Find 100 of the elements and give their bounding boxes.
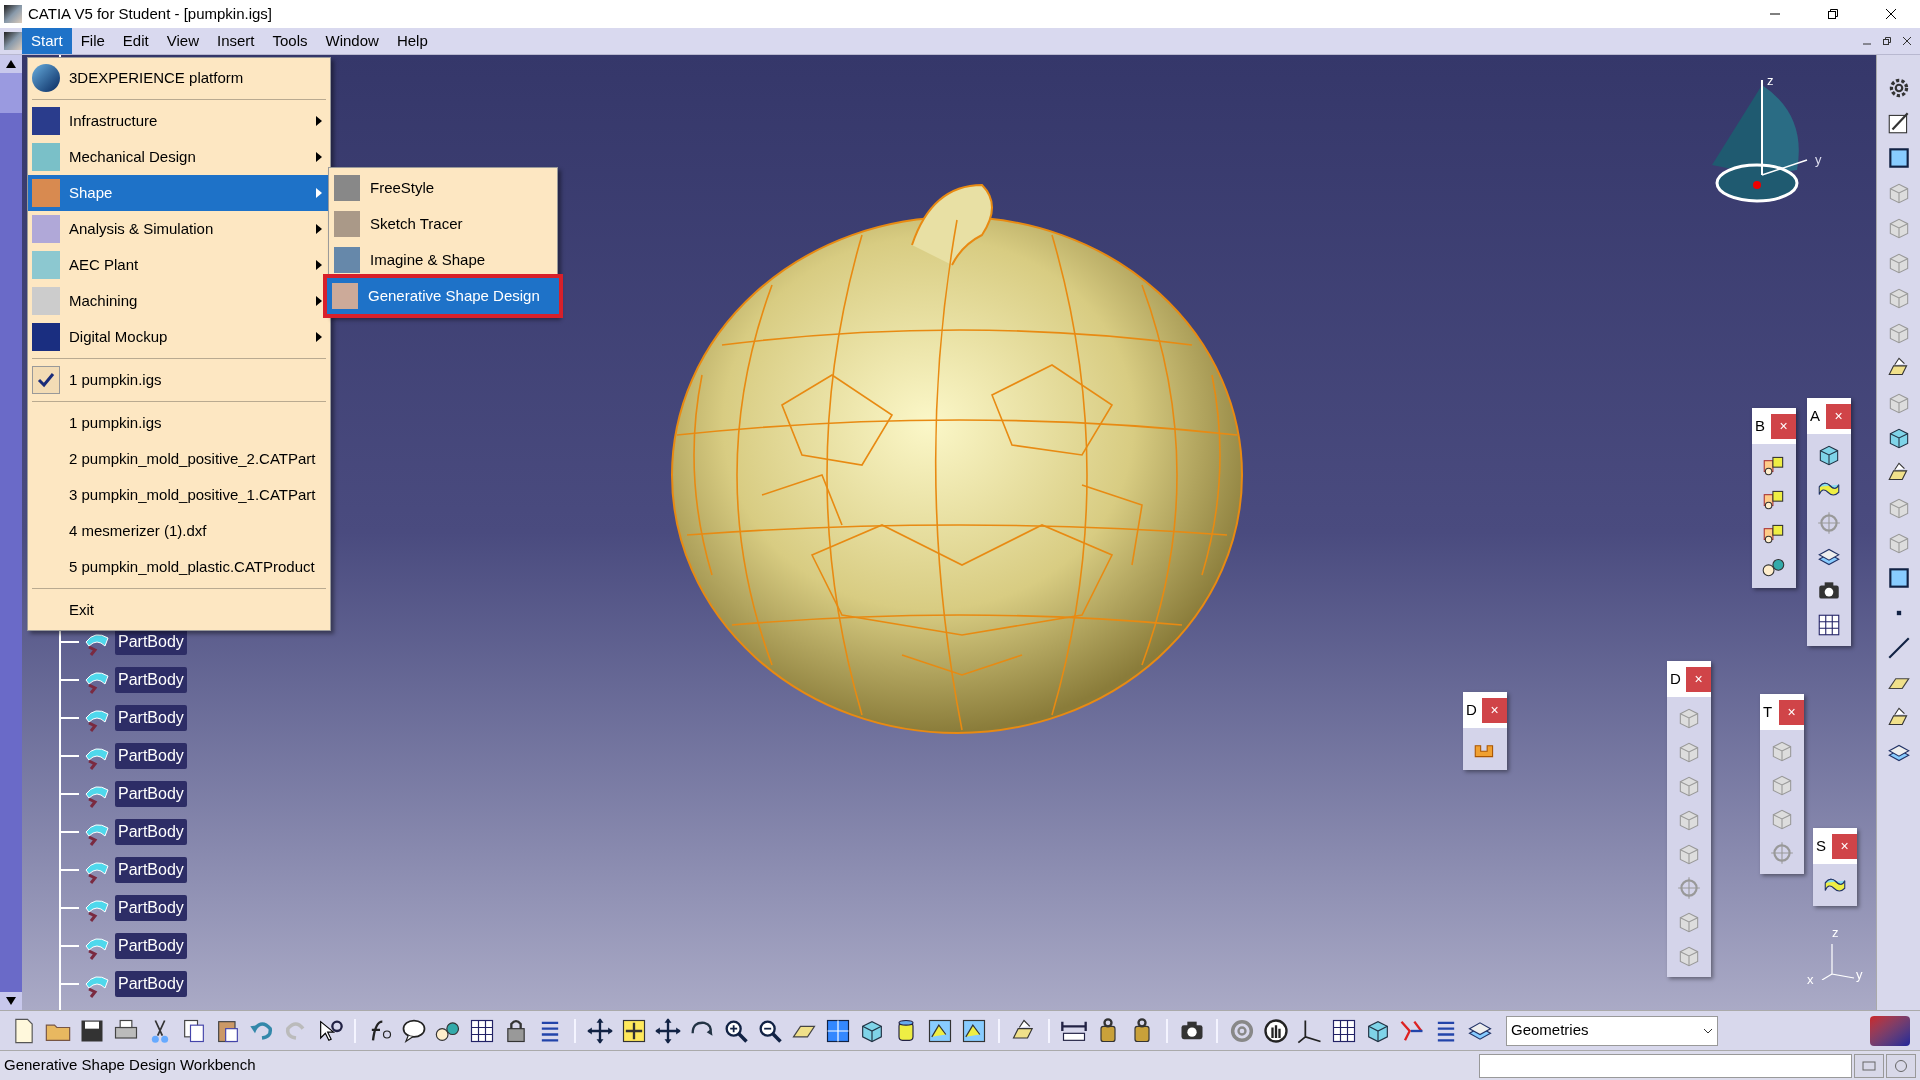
submenu-arrow-icon [315, 116, 323, 126]
tree-item[interactable]: PartBody [115, 743, 187, 769]
menu-item[interactable]: 3 pumpkin_mold_positive_1.CATPart [28, 477, 330, 513]
status-text: Generative Shape Design Workbench [4, 1055, 256, 1076]
workbench-icon [32, 107, 60, 135]
toolbar-title: B [1755, 415, 1766, 436]
workbench-icon [332, 283, 358, 309]
restore-icon [1827, 8, 1839, 20]
window-title: CATIA V5 for Student - [pumpkin.igs] [28, 3, 272, 24]
close-button[interactable]: × [1482, 697, 1507, 723]
submenu-arrow-icon [315, 152, 323, 162]
menu-item[interactable]: Insert [207, 28, 264, 54]
menu-item[interactable]: Exit [28, 592, 330, 628]
tree-item[interactable]: PartBody [115, 781, 187, 807]
menu-item[interactable]: FreeStyle [329, 170, 557, 206]
3d-viewport[interactable] [22, 55, 1876, 1010]
menu-item[interactable]: Analysis & Simulation [28, 211, 330, 247]
axis-label: z [1832, 924, 1839, 942]
document-icon[interactable] [4, 32, 22, 50]
grid-icon[interactable] [1816, 612, 1842, 638]
close-button[interactable]: × [1771, 413, 1796, 439]
submenu-arrow-icon [315, 332, 323, 342]
floating-toolbar[interactable]: D × [1463, 692, 1507, 770]
scroll-down-icon[interactable] [0, 992, 22, 1010]
close-button[interactable] [1900, 34, 1914, 48]
submenu-arrow-icon [315, 296, 323, 306]
submenu-arrow-icon [315, 188, 323, 198]
workbench-icon [32, 215, 60, 243]
menu-item[interactable]: Tools [263, 28, 317, 54]
command-input-field[interactable] [1479, 1053, 1852, 1078]
workbench-icon [334, 247, 360, 273]
close-icon [1885, 8, 1897, 20]
menu-item[interactable]: Imagine & Shape [329, 242, 557, 278]
tree-item[interactable]: PartBody [115, 895, 187, 921]
axis-label: x [1807, 971, 1814, 989]
close-icon [1903, 37, 1911, 45]
close-button[interactable]: × [1832, 833, 1857, 859]
axis-label: y [1856, 966, 1863, 984]
restore-icon [1883, 37, 1891, 45]
menu-item[interactable]: Help [387, 28, 437, 54]
toolbar-title: D [1466, 699, 1478, 720]
info-button[interactable] [1886, 1053, 1916, 1078]
workbench-icon [32, 323, 60, 351]
menu-item[interactable]: 5 pumpkin_mold_plastic.CATProduct [28, 549, 330, 585]
menu-item[interactable]: Machining [28, 283, 330, 319]
tree-item[interactable]: PartBody [115, 971, 187, 997]
geometries-dropdown[interactable]: Geometries [1506, 1015, 1718, 1046]
tree-item[interactable]: PartBody [115, 857, 187, 883]
workbench-icon [32, 251, 60, 279]
window-icon [1862, 1060, 1876, 1071]
toolbar-title: D [1670, 668, 1682, 689]
menu-item[interactable]: Shape [28, 175, 330, 211]
info-icon [1894, 1058, 1908, 1073]
axis-label: y [1815, 151, 1822, 169]
tree-item[interactable]: PartBody [115, 819, 187, 845]
menu-item[interactable]: View [157, 28, 208, 54]
globe-icon [32, 64, 60, 92]
floating-toolbar[interactable]: S × [1813, 828, 1857, 906]
restore-button[interactable] [1880, 34, 1894, 48]
close-button[interactable]: × [1779, 699, 1804, 725]
tree-scrollbar[interactable] [0, 55, 22, 1010]
workbench-icon [32, 287, 60, 315]
app-logo-icon [4, 5, 22, 23]
workbench-icon [334, 211, 360, 237]
scrollbar-thumb[interactable] [0, 73, 22, 113]
app-logo-icon [1870, 1015, 1910, 1046]
caret-icon [1703, 1027, 1713, 1034]
menu-item[interactable]: File [71, 28, 114, 54]
menu-item[interactable]: Edit [113, 28, 158, 54]
toolbar-title: T [1763, 701, 1774, 722]
menu-item[interactable]: Start [22, 28, 72, 54]
menu-item[interactable]: Mechanical Design [28, 139, 330, 175]
close-button[interactable]: × [1686, 666, 1711, 692]
tree-item[interactable]: PartBody [115, 629, 187, 655]
move-icon[interactable] [654, 1016, 682, 1045]
floating-toolbar[interactable]: B × [1752, 408, 1796, 588]
menu-item[interactable]: Digital Mockup [28, 319, 330, 355]
menu-item[interactable]: Sketch Tracer [329, 206, 557, 242]
floating-toolbar[interactable]: A × [1807, 398, 1851, 646]
axis-label: z [1767, 72, 1774, 90]
floating-toolbar[interactable]: T × [1760, 694, 1804, 874]
workbench-icon [32, 179, 60, 207]
tree-item[interactable]: PartBody [115, 667, 187, 693]
menu-item[interactable]: 1 pumpkin.igs [28, 405, 330, 441]
tree-item[interactable]: PartBody [115, 705, 187, 731]
workbench-icon [334, 175, 360, 201]
tree-item[interactable]: PartBody [115, 933, 187, 959]
menu-item[interactable]: 4 mesmerizer (1).dxf [28, 513, 330, 549]
toolbar-title: S [1816, 835, 1827, 856]
scroll-up-icon[interactable] [0, 55, 22, 73]
menu-item[interactable]: 1 pumpkin.igs [28, 362, 330, 398]
menu-item[interactable]: 2 pumpkin_mold_positive_2.CATPart [28, 441, 330, 477]
submenu-arrow-icon [315, 260, 323, 270]
menu-item[interactable]: Infrastructure [28, 103, 330, 139]
menu-item[interactable]: Window [316, 28, 388, 54]
move-icon[interactable] [586, 1016, 614, 1045]
menu-item[interactable]: 3DEXPERIENCE platform [28, 60, 330, 96]
floating-toolbar[interactable]: D × [1667, 661, 1711, 977]
close-button[interactable]: × [1826, 403, 1851, 429]
menu-item[interactable]: AEC Plant [28, 247, 330, 283]
